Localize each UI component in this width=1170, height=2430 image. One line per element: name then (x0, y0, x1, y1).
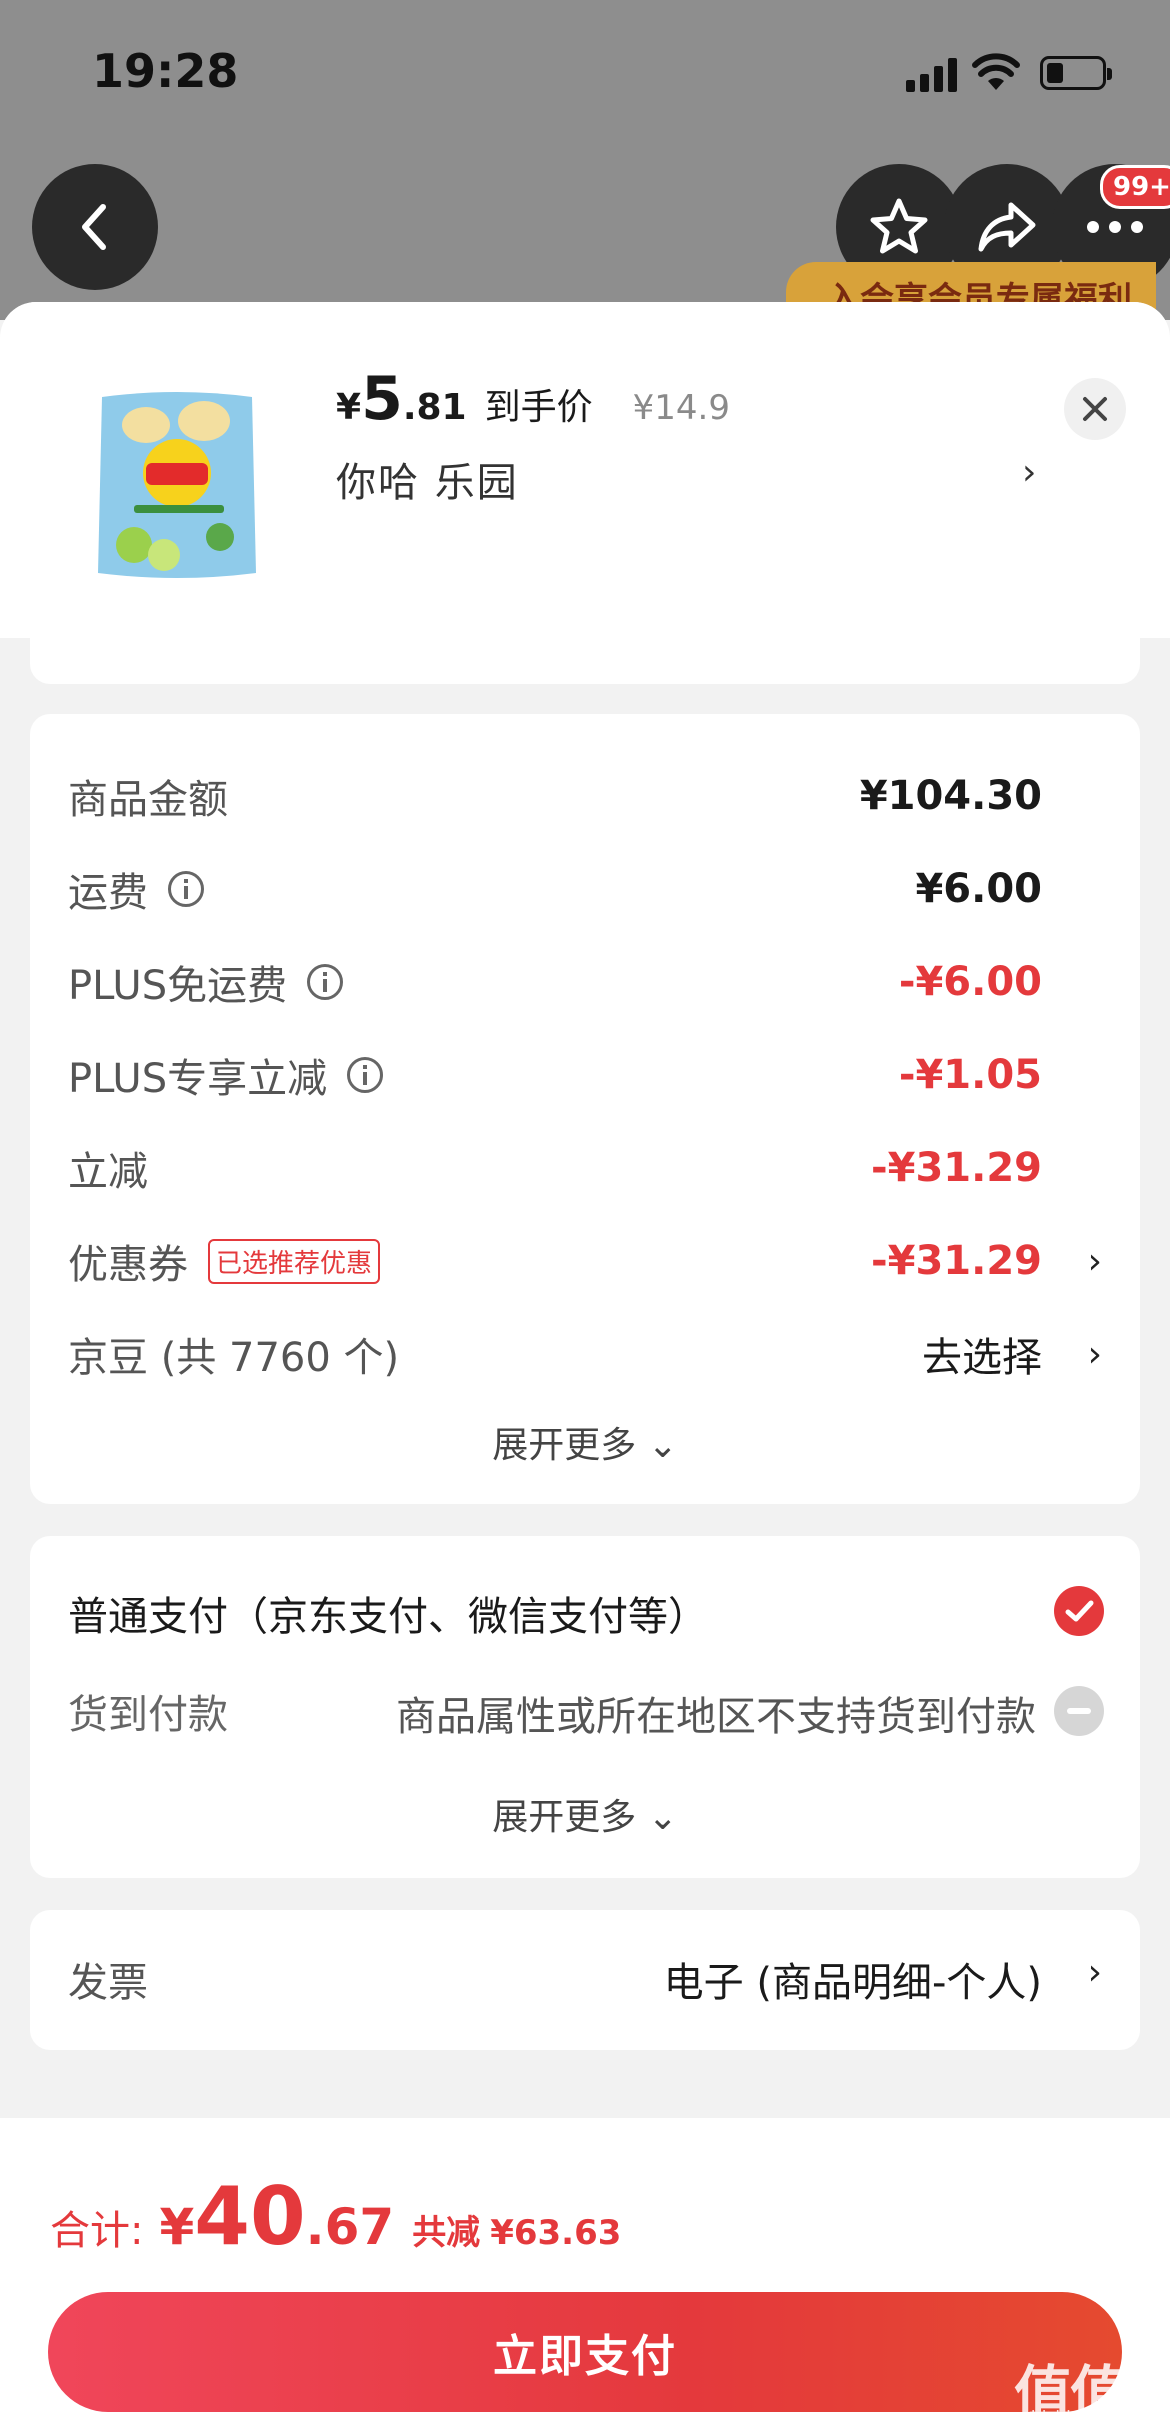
disabled-icon (1054, 1686, 1104, 1736)
close-button[interactable] (1064, 378, 1126, 440)
summary-row-instant-discount: 立减 -¥31.29 (68, 1138, 1102, 1198)
status-bar: 19:28 (0, 0, 1170, 140)
chevron-right-icon[interactable]: › (1088, 1241, 1102, 1282)
saved-value: ¥63.63 (490, 2213, 622, 2253)
bottom-bar: 合计: ¥ 40 .67 共减 ¥63.63 立即支付 (0, 2118, 1170, 2430)
row-label: 商品金额 (68, 777, 228, 823)
row-label: PLUS专享立减 (68, 1056, 328, 1102)
total-integer: 40 (194, 2170, 306, 2263)
summary-row-shipping: 运费 ¥6.00 (68, 859, 1102, 919)
row-value: ¥104.30 (859, 773, 1042, 819)
price-integer: 5 (361, 364, 403, 434)
product-header: ¥ 5 .81 到手价 ¥14.9 你哈 乐园 › (0, 302, 1170, 638)
payment-card: 普通支付（京东支付、微信支付等） 货到付款 商品属性或所在地区不支持货到付款 展… (30, 1536, 1140, 1878)
price-symbol: ¥ (336, 387, 362, 428)
coupon-tag: 已选推荐优惠 (208, 1238, 381, 1284)
price-line: ¥ 5 .81 到手价 ¥14.9 (336, 364, 730, 434)
summary-row-plus-free-shipping: PLUS免运费 -¥6.00 (68, 952, 1102, 1012)
chevron-right-icon[interactable]: › (1022, 452, 1036, 493)
summary-row-jingdou[interactable]: 京豆 (共 7760 个) 去选择 › (68, 1324, 1102, 1384)
chevron-right-icon[interactable]: › (1088, 1952, 1102, 1993)
row-label: 京豆 (共 7760 个) (68, 1335, 400, 1381)
chevron-right-icon[interactable]: › (1088, 1334, 1102, 1375)
previous-card-edge (30, 638, 1140, 684)
total-symbol: ¥ (159, 2198, 195, 2256)
close-icon (1083, 397, 1107, 421)
row-value: -¥1.05 (898, 1052, 1042, 1098)
back-button[interactable] (32, 164, 158, 290)
price-summary-card: 商品金额 ¥104.30 运费 ¥6.00 PLUS免运费 -¥6.00 PLU… (30, 714, 1140, 1504)
share-icon (978, 202, 1036, 252)
summary-row-plus-discount: PLUS专享立减 -¥1.05 (68, 1045, 1102, 1105)
row-value: -¥31.29 (871, 1145, 1042, 1191)
info-icon[interactable] (307, 964, 344, 1000)
total-label: 合计: (50, 2208, 144, 2254)
original-price: ¥14.9 (632, 388, 730, 428)
row-label: 优惠券 (68, 1242, 188, 1288)
check-icon[interactable] (1054, 1586, 1104, 1636)
invoice-value: 电子 (商品明细-个人) (663, 1960, 1042, 2006)
row-label: 运费 (68, 870, 148, 916)
expand-more-button[interactable]: 展开更多 ⌄ (30, 1788, 1140, 1840)
invoice-card[interactable]: 发票 电子 (商品明细-个人) › (30, 1910, 1140, 2050)
row-value: ¥6.00 (915, 866, 1042, 912)
signal-icon (906, 58, 960, 92)
payment-option-normal[interactable]: 普通支付（京东支付、微信支付等） (68, 1584, 708, 1642)
row-value: 去选择 (922, 1335, 1042, 1381)
row-value: -¥31.29 (871, 1238, 1042, 1284)
info-icon[interactable] (347, 1057, 384, 1093)
info-icon[interactable] (168, 871, 204, 907)
summary-row-coupon[interactable]: 优惠券 已选推荐优惠 -¥31.29 › (68, 1231, 1102, 1291)
saved-label: 共减 (412, 2213, 481, 2253)
back-icon (82, 204, 106, 250)
price-decimal: .81 (402, 387, 467, 428)
summary-row-goods: 商品金额 ¥104.30 (68, 766, 1102, 826)
wifi-icon (972, 53, 1020, 90)
row-label: 立减 (68, 1149, 148, 1195)
star-icon (870, 198, 928, 254)
checkout-sheet: ¥ 5 .81 到手价 ¥14.9 你哈 乐园 › 商品金额 ¥104.30 运… (0, 302, 1170, 2430)
row-value: -¥6.00 (898, 959, 1042, 1005)
watermark-url: zhizhizhi.com (1022, 2408, 1137, 2428)
product-spec[interactable]: 你哈 乐园 (336, 450, 519, 508)
notification-badge: 99+ (1100, 165, 1170, 209)
battery-icon (1040, 56, 1112, 90)
total-line: 合计: ¥ 40 .67 共减 ¥63.63 (50, 2170, 621, 2263)
product-image (98, 392, 256, 578)
payment-option-cod: 货到付款 (68, 1692, 228, 1738)
invoice-label: 发票 (68, 1960, 148, 2006)
status-time: 19:28 (92, 44, 239, 98)
pay-now-button[interactable]: 立即支付 (48, 2292, 1122, 2412)
row-label: PLUS免运费 (68, 963, 288, 1009)
checkmark-glyph (1065, 1600, 1094, 1622)
more-icon (1087, 221, 1143, 233)
price-tag: 到手价 (484, 387, 593, 428)
total-decimal: .67 (305, 2198, 395, 2256)
cod-unavailable-note: 商品属性或所在地区不支持货到付款 (396, 1694, 1036, 1740)
expand-more-button[interactable]: 展开更多 ⌄ (30, 1416, 1140, 1468)
